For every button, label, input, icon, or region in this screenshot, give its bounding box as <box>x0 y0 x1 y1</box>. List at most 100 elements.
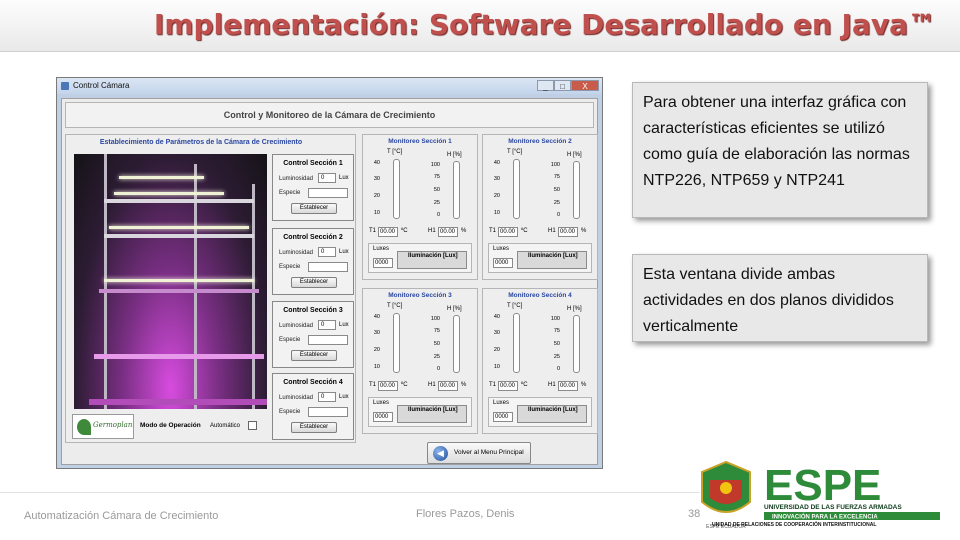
luxes-value: 0000 <box>493 412 513 422</box>
monitor-section-4: Monitoreo Sección 4 T [°C] H [%] 40 30 2… <box>482 288 598 434</box>
humidity-gauge <box>573 161 580 219</box>
germoplanta-logo-text: Germoplanta <box>93 421 133 429</box>
species-label: Especie <box>279 337 301 343</box>
temperature-gauge <box>393 313 400 373</box>
establecer-button[interactable]: Establecer <box>291 422 337 433</box>
automatic-mode-checkbox[interactable] <box>248 421 257 430</box>
illumination-bar: Iluminación [Lux] <box>397 405 467 423</box>
h-unit: % <box>461 382 467 388</box>
slide-title-bar: Implementación: Software Desarrollado en… <box>0 0 960 52</box>
control-section-title: Control Sección 3 <box>283 307 343 314</box>
t-tick: 40 <box>373 314 380 320</box>
t1-value: 00.00 <box>378 227 398 237</box>
h1-label: H1 <box>548 228 556 234</box>
h-tick: 50 <box>433 341 440 347</box>
h-tick: 25 <box>433 354 440 360</box>
t-tick: 30 <box>373 330 380 336</box>
illumination-frame: Luxes 0000 Iluminación [Lux] <box>488 397 592 427</box>
window-header: Control y Monitoreo de la Cámara de Crec… <box>65 102 594 128</box>
species-input[interactable] <box>308 262 348 272</box>
maximize-button[interactable]: □ <box>554 80 571 91</box>
illumination-label: Iluminación [Lux] <box>408 253 458 259</box>
h-tick: 0 <box>556 212 560 218</box>
monitor-section-2: Monitoreo Sección 2 T [°C] H [%] 40 30 2… <box>482 134 598 280</box>
species-label: Especie <box>279 409 301 415</box>
humidity-label: H [%] <box>447 152 462 158</box>
humidity-gauge <box>453 315 460 373</box>
humidity-label: H [%] <box>447 306 462 312</box>
control-section-2: Control Sección 2 Luminosidad 0 Lux Espe… <box>272 228 354 295</box>
establecer-button[interactable]: Establecer <box>291 203 337 214</box>
h-tick: 100 <box>430 316 440 322</box>
illumination-label: Iluminación [Lux] <box>528 253 578 259</box>
t-tick: 40 <box>493 160 500 166</box>
luminosity-input[interactable]: 0 <box>318 392 336 402</box>
luminosity-input[interactable]: 0 <box>318 173 336 183</box>
parameters-panel-title: Establecimiento de Parámetros de la Cáma… <box>99 139 303 146</box>
t-tick: 20 <box>493 193 500 199</box>
espe-line-3: UNIDAD DE RELACIONES DE COOPERACIÓN INTE… <box>712 520 876 528</box>
species-input[interactable] <box>308 407 348 417</box>
t1-label: T1 <box>489 382 497 388</box>
control-section-1: Control Sección 1 Luminosidad 0 Lux Espe… <box>272 154 354 221</box>
control-section-3: Control Sección 3 Luminosidad 0 Lux Espe… <box>272 301 354 368</box>
luxes-label: Luxes <box>373 400 390 406</box>
establecer-button[interactable]: Establecer <box>291 277 337 288</box>
monitor-section-title: Monitoreo Sección 4 <box>508 292 572 299</box>
back-to-menu-button[interactable]: ◀ Volver al Menu Principal <box>427 442 531 464</box>
control-camara-window: Control Cámara _ □ X Control y Monitoreo… <box>56 77 603 469</box>
t1-value: 00.00 <box>498 381 518 391</box>
close-button[interactable]: X <box>571 80 599 91</box>
humidity-gauge <box>453 161 460 219</box>
h-unit: % <box>581 228 587 234</box>
back-to-menu-label: Volver al Menu Principal <box>454 449 524 456</box>
parameters-panel: Establecimiento de Parámetros de la Cáma… <box>65 134 356 443</box>
h1-label: H1 <box>428 228 436 234</box>
control-section-4: Control Sección 4 Luminosidad 0 Lux Espe… <box>272 373 354 440</box>
espe-wordmark: ESPE <box>764 461 881 510</box>
luxes-value: 0000 <box>373 412 393 422</box>
t-tick: 40 <box>493 314 500 320</box>
temperature-label: T [°C] <box>387 149 403 155</box>
operation-mode-label: Modo de Operación <box>140 422 201 429</box>
t1-value: 00.00 <box>498 227 518 237</box>
luminosity-input[interactable]: 0 <box>318 320 336 330</box>
java-app-icon <box>61 82 69 90</box>
monitor-section-title: Monitoreo Sección 1 <box>388 138 452 145</box>
h-tick: 100 <box>550 162 560 168</box>
h-tick: 75 <box>553 328 560 334</box>
h-tick: 75 <box>433 328 440 334</box>
minimize-button[interactable]: _ <box>537 80 554 91</box>
t1-value: 00.00 <box>378 381 398 391</box>
espe-logo-graphic: ESPE ECUADOR ESPE UNIVERSIDAD DE LAS FUE… <box>701 460 940 530</box>
luxes-label: Luxes <box>493 400 510 406</box>
t-tick: 30 <box>493 330 500 336</box>
t-tick: 40 <box>373 160 380 166</box>
luxes-label: Luxes <box>373 246 390 252</box>
illumination-bar: Iluminación [Lux] <box>517 251 587 269</box>
temperature-gauge <box>513 313 520 373</box>
species-label: Especie <box>279 264 301 270</box>
species-input[interactable] <box>308 335 348 345</box>
h1-label: H1 <box>548 382 556 388</box>
h1-label: H1 <box>428 382 436 388</box>
t-unit: ºC <box>401 228 408 234</box>
control-section-title: Control Sección 1 <box>283 160 343 167</box>
luminosity-input[interactable]: 0 <box>318 247 336 257</box>
humidity-label: H [%] <box>567 306 582 312</box>
species-input[interactable] <box>308 188 348 198</box>
h-tick: 0 <box>436 212 440 218</box>
text-box-2: Esta ventana divide ambas actividades en… <box>632 254 928 342</box>
text-box-1: Para obtener una interfaz gráfica con ca… <box>632 82 928 218</box>
t-unit: ºC <box>521 228 528 234</box>
luminosity-label: Luminosidad <box>279 250 314 256</box>
t-tick: 30 <box>373 176 380 182</box>
slide-title: Implementación: Software Desarrollado en… <box>153 8 936 41</box>
t1-label: T1 <box>489 228 497 234</box>
lux-unit: Lux <box>339 249 349 255</box>
control-section-title: Control Sección 4 <box>283 379 343 386</box>
illumination-bar: Iluminación [Lux] <box>397 251 467 269</box>
establecer-button[interactable]: Establecer <box>291 350 337 361</box>
t1-label: T1 <box>369 228 377 234</box>
h-tick: 100 <box>550 316 560 322</box>
